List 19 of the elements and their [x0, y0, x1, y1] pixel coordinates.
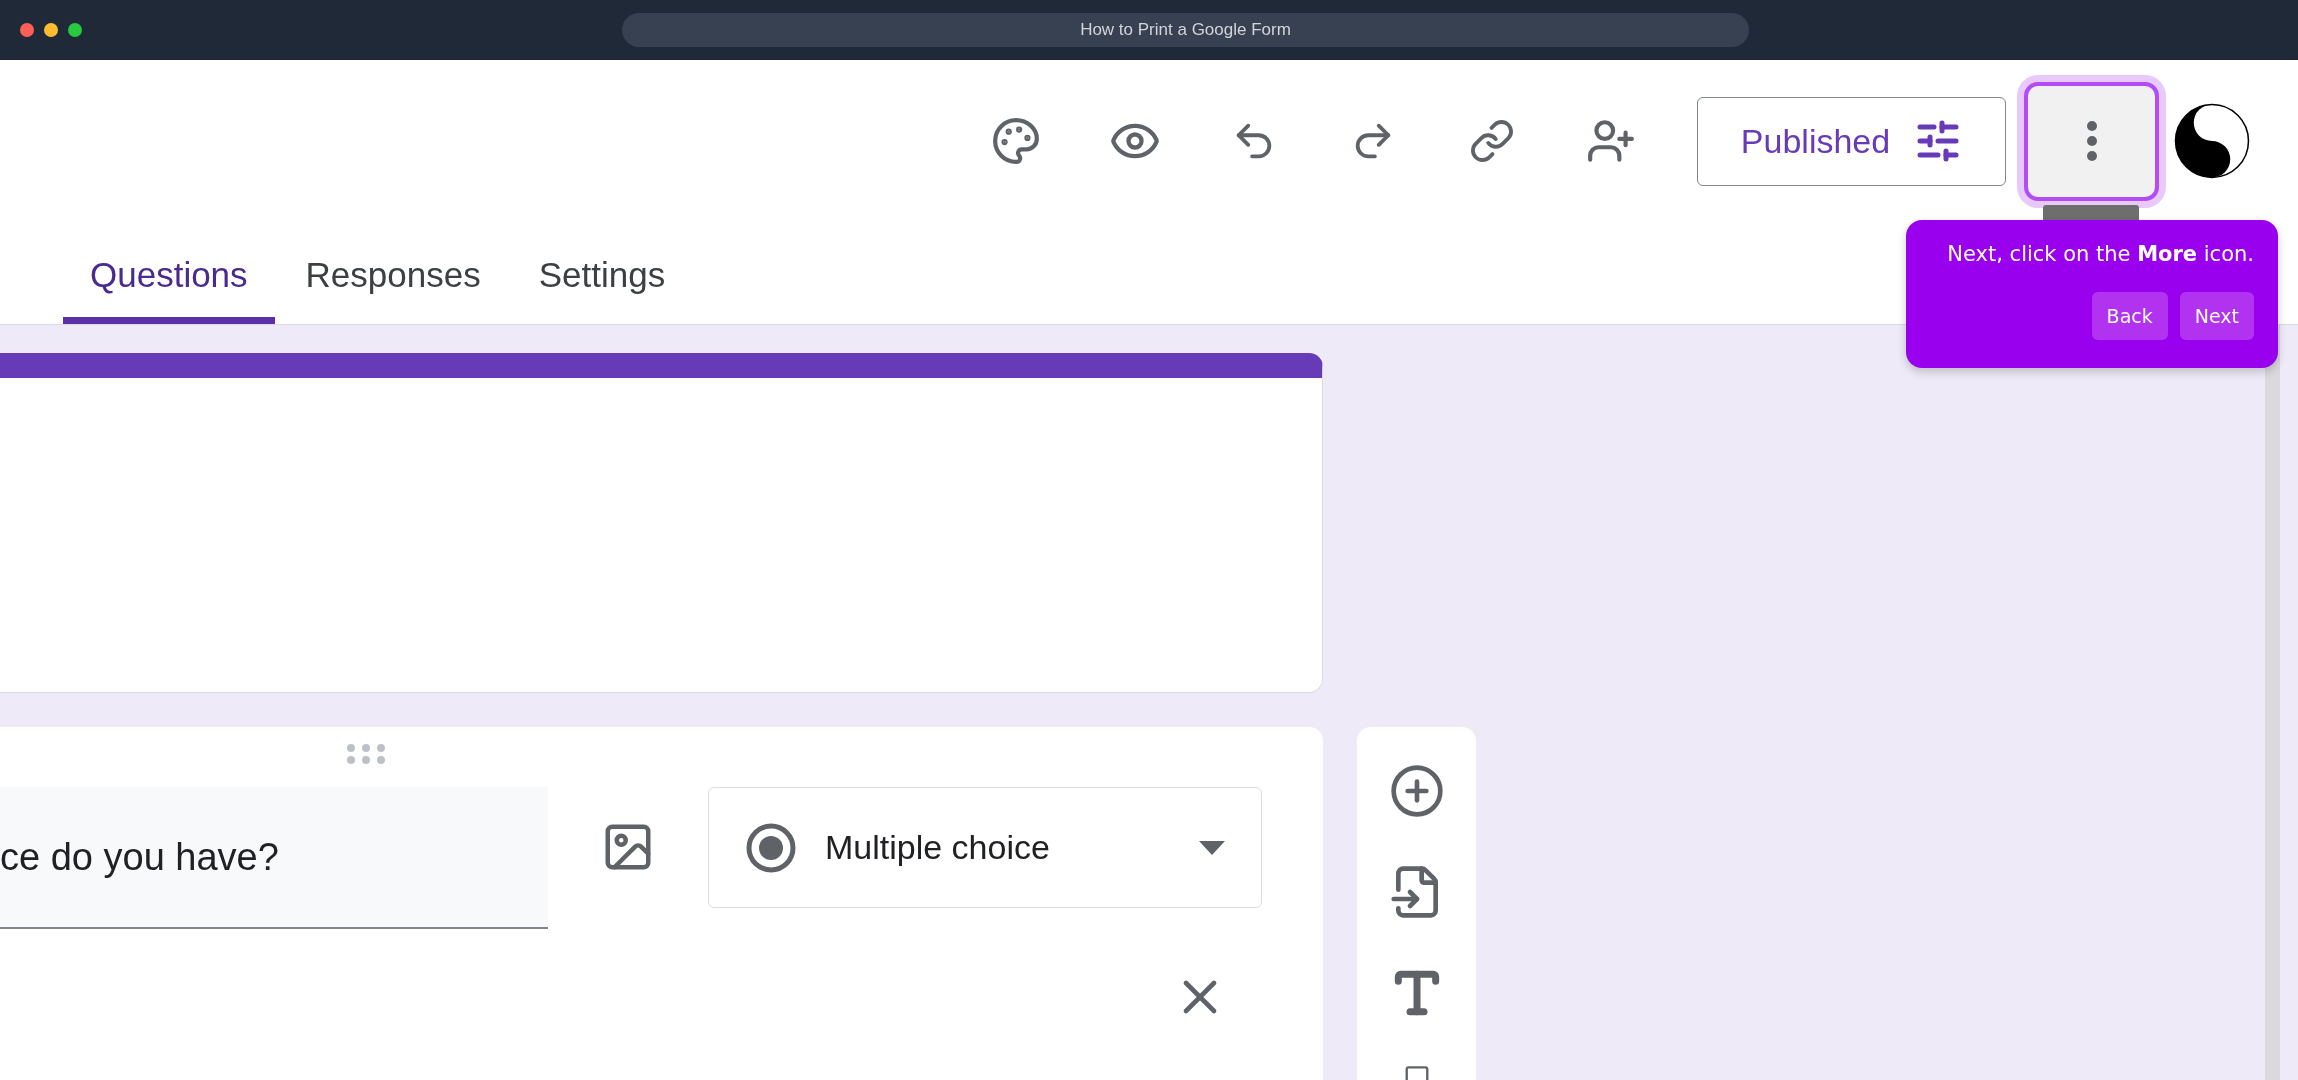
tab[interactable]: Settings: [511, 255, 693, 324]
close-dot[interactable]: [20, 23, 34, 37]
published-button[interactable]: Published: [1697, 96, 2006, 186]
question-type-dropdown[interactable]: Multiple choice: [708, 787, 1262, 908]
yin-yang-icon[interactable]: [2174, 103, 2250, 179]
caret-icon: [1199, 840, 1225, 855]
guide-button[interactable]: Back: [2091, 292, 2168, 340]
question-title-field[interactable]: ce do you have?: [0, 787, 548, 929]
zoom-dot[interactable]: [68, 23, 82, 37]
scrollbar[interactable]: [2265, 325, 2280, 1080]
more-icon: [2085, 120, 2098, 162]
minimize-dot[interactable]: [44, 23, 58, 37]
tab[interactable]: Responses: [278, 255, 508, 324]
guide-button[interactable]: Next: [2179, 292, 2254, 340]
guide-text: Next, click on the More icon.: [1947, 242, 2254, 266]
window-title: How to Print a Google Form: [622, 13, 1749, 47]
add-question-icon[interactable]: [1388, 763, 1445, 819]
radio-icon: [745, 821, 797, 874]
drag-handle-icon[interactable]: [346, 743, 386, 765]
